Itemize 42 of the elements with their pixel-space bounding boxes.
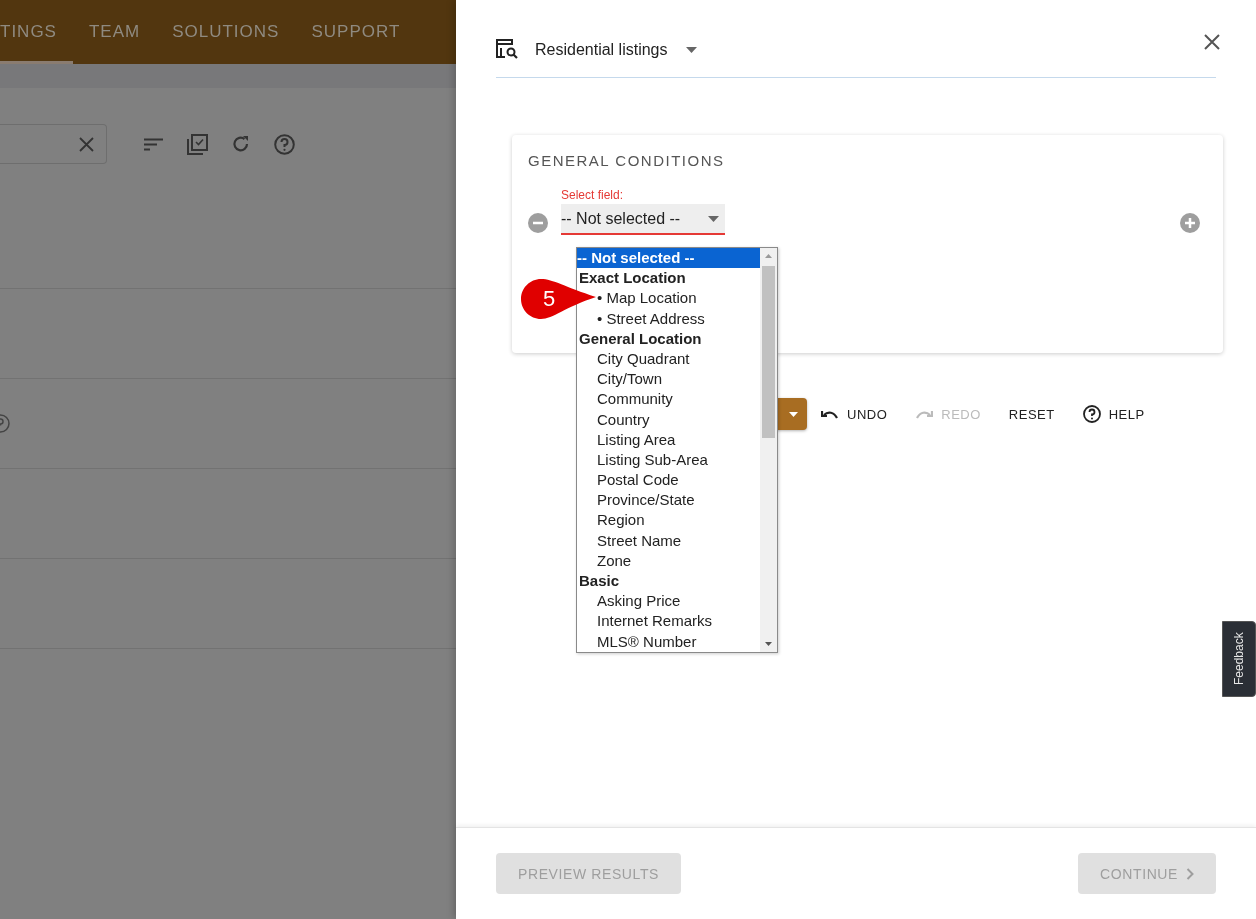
toolbar-button[interactable]: UNDO — [815, 398, 894, 430]
search-field[interactable] — [0, 124, 107, 164]
clear-icon — [79, 136, 94, 152]
dropdown-option[interactable]: Postal Code — [577, 470, 760, 491]
listing-search-icon — [496, 39, 519, 60]
dropdown-option[interactable]: MLS® Number — [577, 631, 760, 652]
dropdown-option[interactable]: Country — [577, 409, 760, 430]
undo-icon — [821, 409, 839, 419]
dropdown-option[interactable]: Street Name — [577, 530, 760, 551]
dropdown-option[interactable]: -- Not selected -- — [577, 248, 760, 269]
redo-icon — [915, 409, 934, 419]
help-icon — [1082, 405, 1101, 423]
caret-icon[interactable] — [685, 46, 697, 53]
dropdown-option[interactable]: Zone — [577, 550, 760, 571]
option-group-label: General Location — [578, 328, 703, 349]
dropdown-option[interactable]: Region — [577, 510, 760, 531]
dropdown-option[interactable]: Internet Remarks — [577, 611, 760, 632]
option-group-label: Basic — [578, 571, 621, 591]
field-label: Select field: — [561, 188, 625, 202]
checklist-icon[interactable] — [187, 133, 208, 155]
field-select[interactable]: -- Not selected -- — [561, 204, 725, 235]
dropdown-option[interactable]: City/Town — [577, 369, 760, 390]
help-icon[interactable] — [274, 133, 295, 155]
dropdown-option[interactable]: City Quadrant — [577, 348, 760, 370]
remove-icon[interactable] — [528, 213, 548, 233]
scrollbar[interactable] — [760, 248, 777, 652]
chevron-icon — [1186, 867, 1194, 880]
card-heading: GENERAL CONDITIONS — [528, 152, 726, 171]
add-icon[interactable] — [1180, 213, 1200, 233]
toolbar-button[interactable]: RESET — [1002, 398, 1061, 430]
dropdown-option[interactable]: Listing Sub-Area — [577, 449, 760, 471]
listing-type-selector[interactable]: Residential listings — [535, 40, 668, 59]
sort-icon[interactable] — [144, 137, 163, 151]
caret-icon — [708, 215, 719, 222]
dropdown-option[interactable]: Listing Area — [577, 429, 760, 450]
caret-icon — [789, 411, 798, 417]
toolbar-button[interactable]: HELP — [1076, 398, 1151, 430]
dropdown-option[interactable]: Community — [577, 389, 760, 410]
dropdown-option[interactable]: Asking Price — [577, 591, 760, 612]
feedback-tab[interactable]: Feedback — [1222, 621, 1256, 697]
refresh-icon[interactable] — [232, 135, 250, 153]
dropdown-option[interactable]: Province/State — [577, 490, 760, 511]
